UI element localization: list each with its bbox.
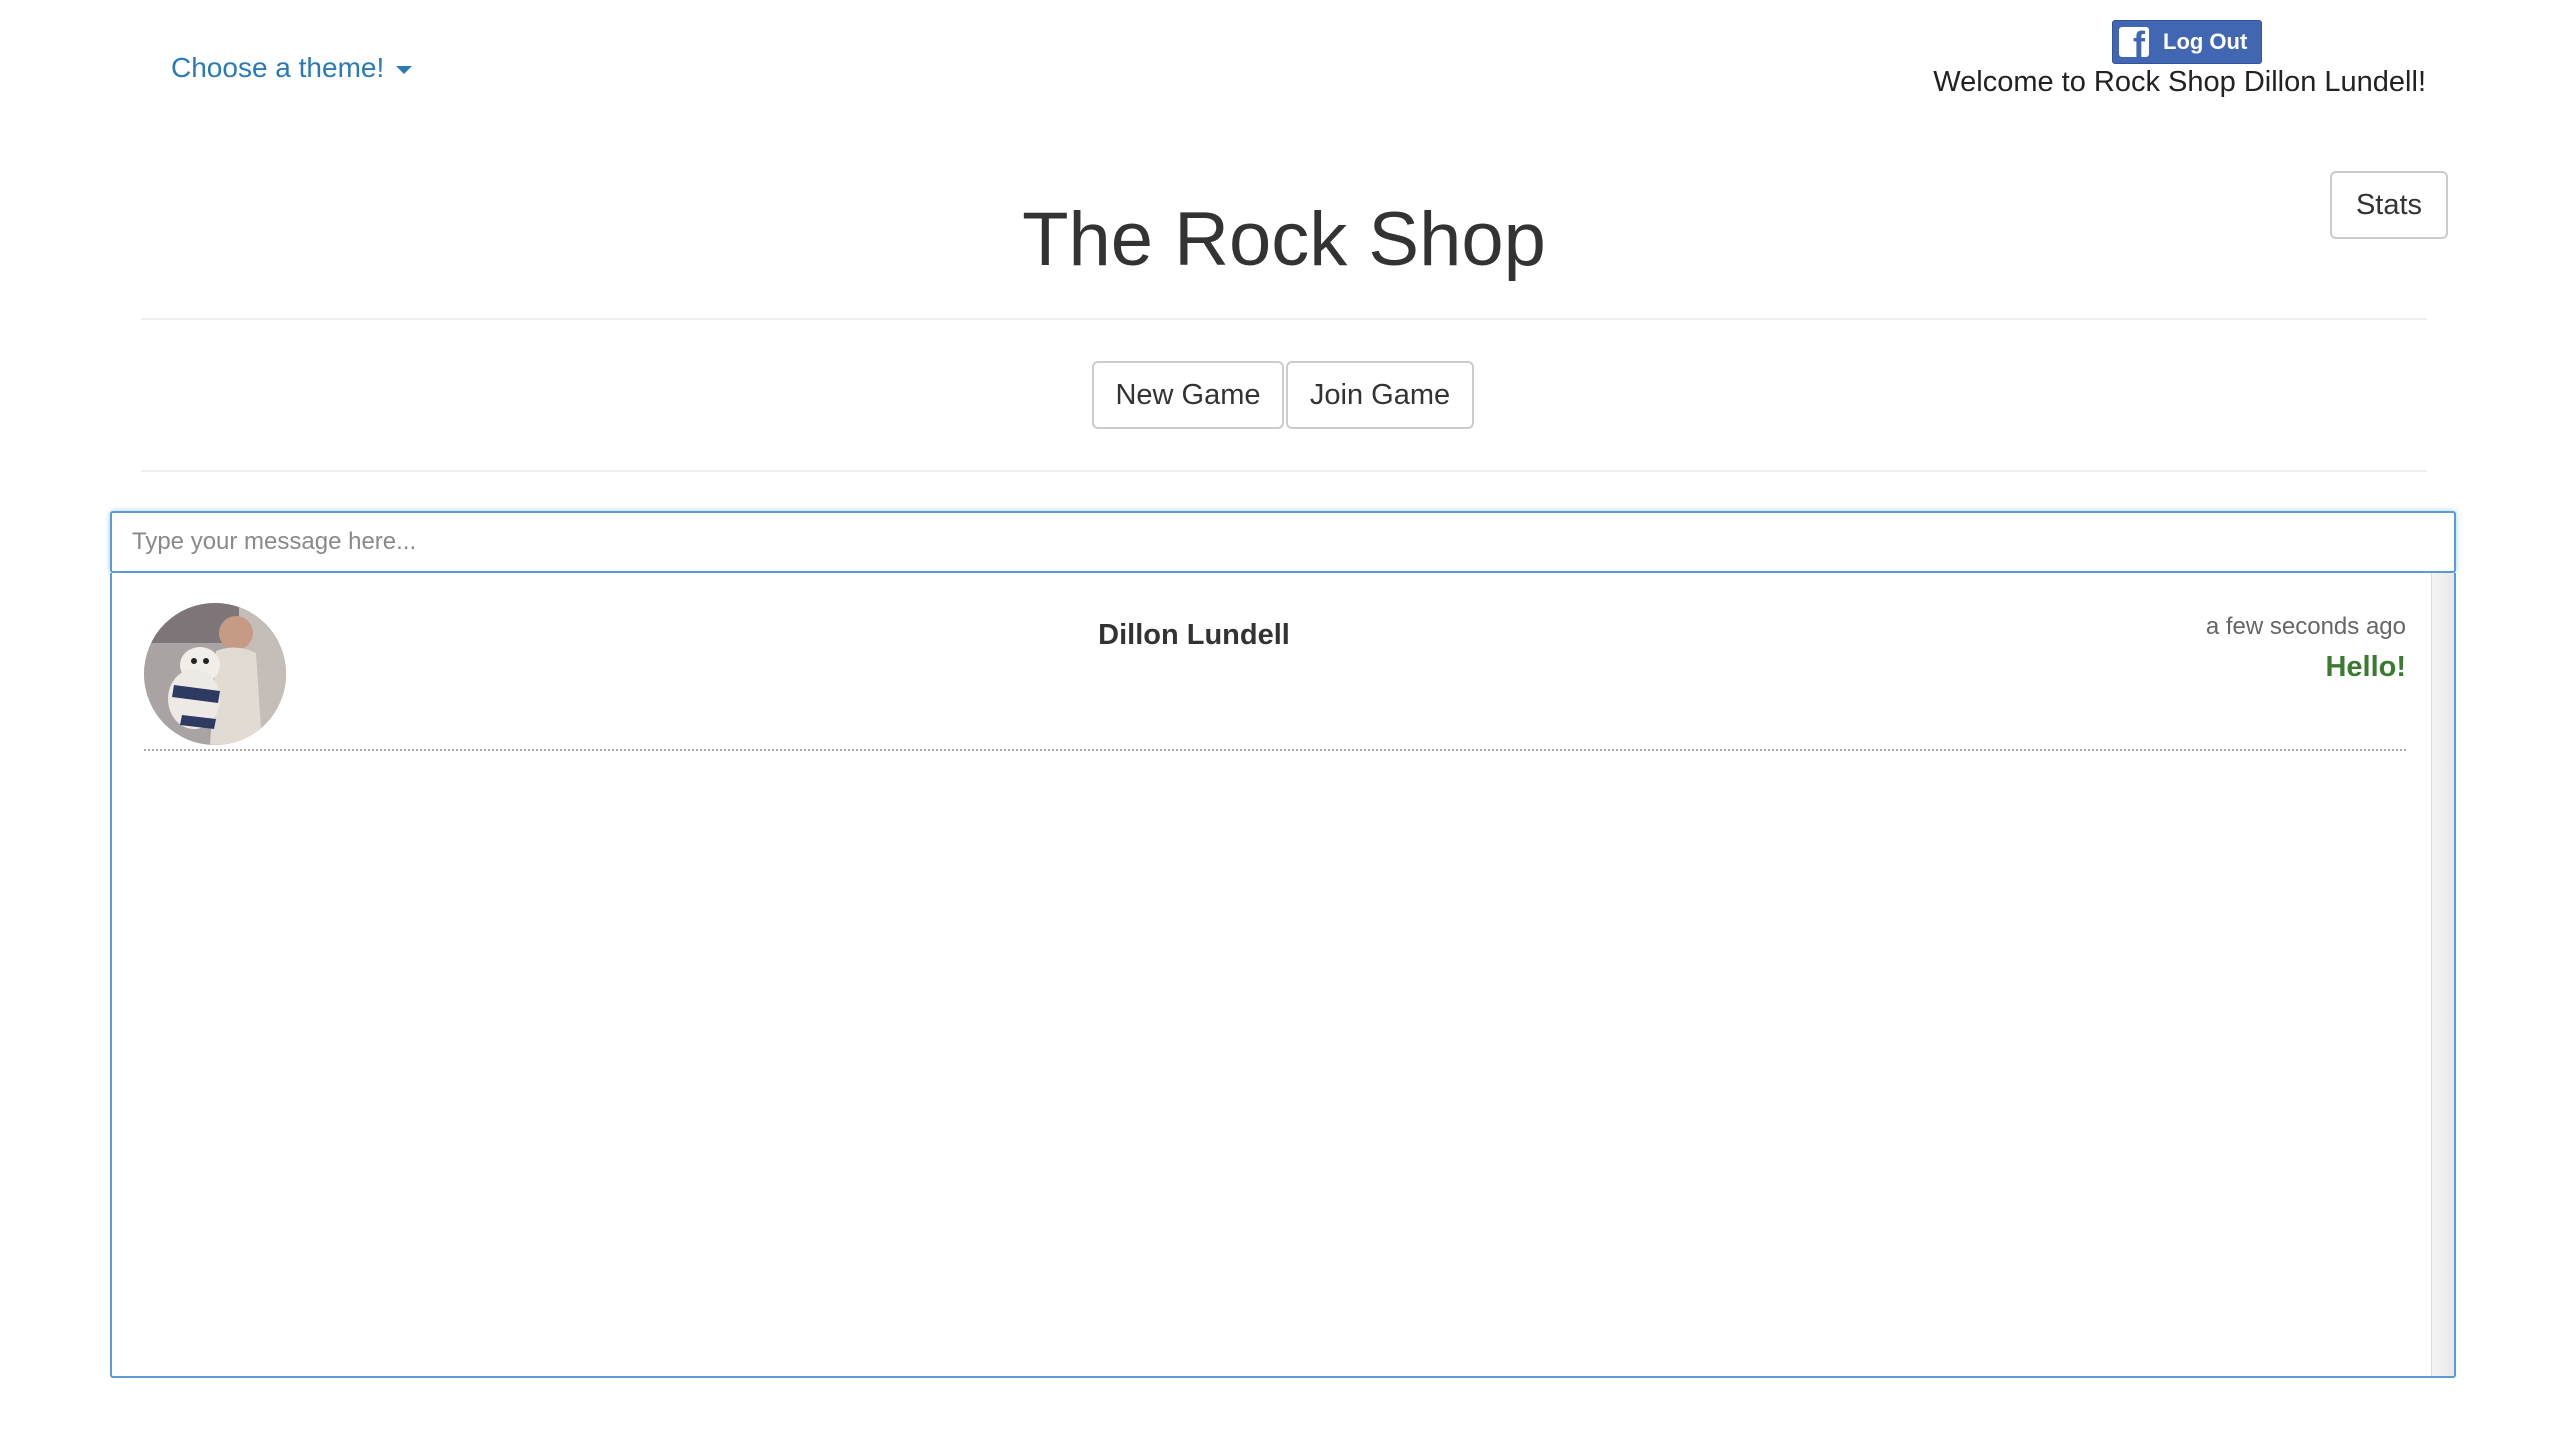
welcome-message: Welcome to Rock Shop Dillon Lundell! [1933, 66, 2426, 98]
divider [141, 318, 2427, 320]
theme-dropdown[interactable]: Choose a theme! [171, 52, 413, 84]
page: Choose a theme! f Log Out Welcome to Roc… [0, 0, 2560, 1452]
message-author: Dillon Lundell [1098, 619, 1290, 651]
facebook-icon: f [2119, 27, 2149, 57]
chat-message: Dillon Lundell a few seconds ago Hello! [144, 603, 2406, 751]
chat-scrollbar[interactable] [2431, 573, 2454, 1376]
theme-dropdown-label[interactable]: Choose a theme! [171, 52, 384, 84]
chat-messages-panel: Dillon Lundell a few seconds ago Hello! [110, 573, 2456, 1378]
caret-down-icon[interactable] [396, 66, 413, 74]
facebook-logout-button[interactable]: f Log Out [2112, 20, 2262, 64]
new-game-button[interactable]: New Game [1092, 361, 1284, 429]
join-game-button[interactable]: Join Game [1286, 361, 1474, 429]
divider [141, 470, 2427, 472]
chat-message-input[interactable] [110, 511, 2456, 573]
game-button-group: New Game Join Game [1092, 361, 1474, 429]
message-timestamp: a few seconds ago [2205, 613, 2406, 640]
facebook-logout-label: Log Out [2163, 29, 2248, 54]
page-title: The Rock Shop [1022, 197, 1546, 282]
message-text: Hello! [2325, 651, 2406, 683]
